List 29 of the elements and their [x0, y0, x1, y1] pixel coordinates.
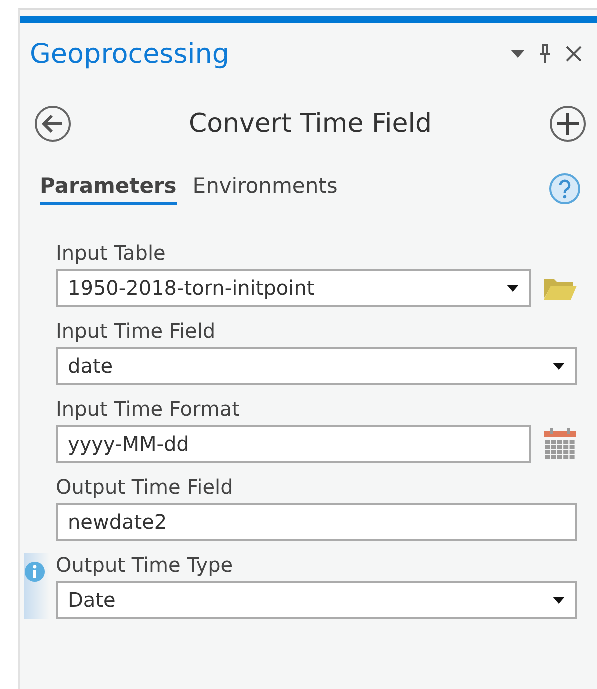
tab[interactable]: Parameters	[40, 174, 177, 204]
field-value: Date	[68, 588, 116, 612]
close-icon[interactable]	[565, 45, 583, 63]
dropdown-field[interactable]: date	[56, 347, 577, 385]
pane-title: Geoprocessing	[30, 38, 230, 70]
caret-icon	[553, 362, 565, 370]
input-field[interactable]: yyyy-MM-dd	[56, 425, 531, 463]
add-icon[interactable]	[548, 105, 587, 143]
field-value: yyyy-MM-dd	[68, 432, 190, 456]
dropdown-icon[interactable]	[511, 50, 525, 58]
parameter-label: Input Time Field	[56, 319, 217, 343]
dropdown-field[interactable]: 1950-2018-torn-initpoint	[56, 269, 531, 307]
parameter-label: Output Time Type	[56, 553, 234, 577]
field-value: date	[68, 354, 114, 378]
calendar-icon[interactable]	[543, 428, 577, 460]
caret-icon	[553, 596, 565, 604]
field-value: newdate2	[68, 510, 168, 534]
pin-icon[interactable]	[539, 44, 551, 64]
dropdown-field[interactable]: Date	[56, 581, 577, 619]
help-icon[interactable]	[549, 173, 581, 205]
input-field[interactable]: newdate2	[56, 503, 577, 541]
tool-title: Convert Time Field	[189, 109, 432, 139]
field-value: 1950-2018-torn-initpoint	[68, 276, 315, 300]
parameter-label: Input Table	[56, 241, 167, 265]
caret-icon	[507, 284, 519, 292]
parameter-label: Output Time Field	[56, 475, 234, 499]
parameter-label: Input Time Format	[56, 397, 241, 421]
back-icon[interactable]	[34, 105, 72, 143]
tab[interactable]: Environments	[192, 174, 338, 204]
